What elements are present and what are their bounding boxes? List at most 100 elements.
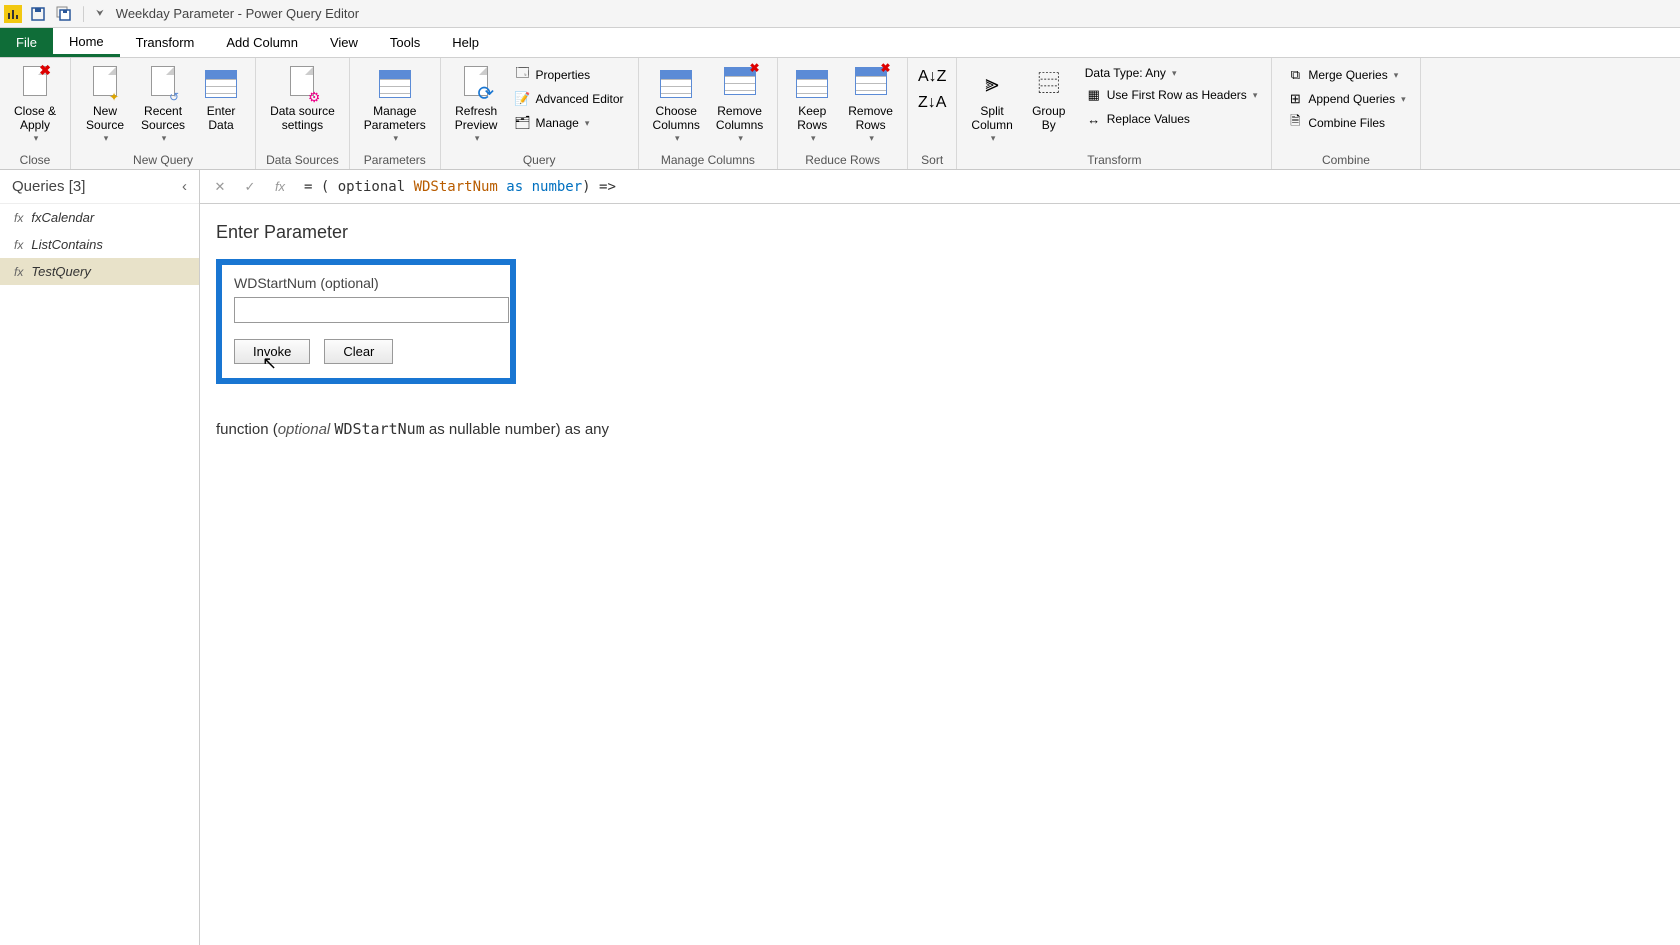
new-source-button[interactable]: ✦ New Source ▾ (79, 62, 131, 148)
fx-formula-icon[interactable]: fx (266, 175, 294, 199)
fx-icon: fx (14, 265, 23, 279)
formula-text[interactable]: = ( optional WDStartNum as number) => (296, 179, 1674, 195)
qa-toolbar-dropdown[interactable]: ⮟ (96, 8, 104, 19)
keep-rows-button[interactable]: Keep Rows ▾ (786, 62, 838, 148)
enter-parameter-heading: Enter Parameter (216, 222, 1664, 243)
append-icon: ⊞ (1286, 90, 1304, 108)
query-item-fxcalendar[interactable]: fx fxCalendar (0, 204, 199, 231)
chevron-down-icon: ▾ (475, 133, 480, 144)
group-label-close: Close (8, 151, 62, 167)
ribbon-group-sort: A↓Z Z↓A Sort (908, 58, 957, 169)
save-as-icon[interactable] (54, 4, 74, 24)
group-by-button[interactable]: ⿳ Group By (1023, 62, 1075, 137)
parameter-box: WDStartNum (optional) Invoke Clear ↖ (216, 259, 516, 384)
group-label-query: Query (449, 151, 630, 167)
remove-columns-button[interactable]: ✖ Remove Columns ▾ (710, 62, 769, 148)
combine-files-icon: 🗎 (1286, 114, 1304, 132)
queries-header: Queries [3] ‹ (0, 170, 199, 204)
parameter-label: WDStartNum (optional) (234, 275, 498, 291)
chevron-down-icon: ▾ (991, 133, 996, 144)
properties-button[interactable]: 🗔 Properties (507, 64, 629, 86)
group-label-new-query: New Query (79, 151, 247, 167)
function-invoke-panel: Enter Parameter WDStartNum (optional) In… (200, 204, 1680, 945)
tab-home[interactable]: Home (53, 28, 120, 57)
fx-icon: fx (14, 238, 23, 252)
query-item-testquery[interactable]: fx TestQuery (0, 258, 199, 285)
sort-asc-button[interactable]: A↓Z (916, 66, 948, 88)
commit-formula-icon[interactable]: ✓ (236, 175, 264, 199)
invoke-button[interactable]: Invoke (234, 339, 310, 364)
sort-desc-button[interactable]: Z↓A (916, 92, 948, 114)
chevron-down-icon: ▾ (104, 133, 109, 144)
remove-rows-button[interactable]: ✖ Remove Rows ▾ (842, 62, 899, 148)
ribbon-group-reduce-rows: Keep Rows ▾ ✖ Remove Rows ▾ Reduce Rows (778, 58, 908, 169)
window-title: Weekday Parameter - Power Query Editor (116, 6, 359, 21)
chevron-down-icon: ▾ (1253, 90, 1258, 101)
chevron-down-icon: ▾ (811, 133, 816, 144)
advanced-editor-icon: 📝 (513, 90, 531, 108)
refresh-preview-button[interactable]: ⟳ Refresh Preview ▾ (449, 62, 504, 148)
chevron-down-icon: ▾ (1172, 68, 1177, 79)
replace-values-button[interactable]: ↔ Replace Values (1079, 108, 1264, 130)
first-row-headers-button[interactable]: ▦ Use First Row as Headers ▾ (1079, 84, 1264, 106)
chevron-down-icon: ▾ (675, 133, 680, 144)
tab-view[interactable]: View (314, 28, 374, 57)
advanced-editor-button[interactable]: 📝 Advanced Editor (507, 88, 629, 110)
combine-files-button[interactable]: 🗎 Combine Files (1280, 112, 1411, 134)
tab-add-column[interactable]: Add Column (210, 28, 314, 57)
query-label: ListContains (31, 237, 103, 252)
chevron-down-icon: ▾ (1394, 70, 1399, 81)
titlebar: │ ⮟ Weekday Parameter - Power Query Edit… (0, 0, 1680, 28)
group-label-transform: Transform (965, 151, 1263, 167)
group-label-sort: Sort (916, 151, 948, 167)
chevron-down-icon: ▾ (738, 133, 743, 144)
group-label-reduce-rows: Reduce Rows (786, 151, 899, 167)
chevron-down-icon: ▾ (34, 133, 39, 144)
cancel-formula-icon[interactable]: ✕ (206, 175, 234, 199)
fx-icon: fx (14, 211, 23, 225)
chevron-down-icon: ▾ (394, 133, 399, 144)
manage-icon: 🗂 (513, 114, 531, 132)
chevron-down-icon: ▾ (869, 133, 874, 144)
split-column-button[interactable]: ⫸ Split Column ▾ (965, 62, 1018, 148)
manage-parameters-button[interactable]: Manage Parameters ▾ (358, 62, 432, 148)
main-content: ✕ ✓ fx = ( optional WDStartNum as number… (200, 170, 1680, 945)
recent-sources-button[interactable]: ↺ Recent Sources ▾ (135, 62, 191, 148)
tab-help[interactable]: Help (436, 28, 495, 57)
queries-sidebar: Queries [3] ‹ fx fxCalendar fx ListConta… (0, 170, 200, 945)
query-label: TestQuery (31, 264, 91, 279)
ribbon-group-parameters: Manage Parameters ▾ Parameters (350, 58, 441, 169)
function-signature: function (optional WDStartNum as nullabl… (216, 420, 1664, 438)
chevron-down-icon: ▾ (1401, 94, 1406, 105)
ribbon-group-combine: ⧉ Merge Queries ▾ ⊞ Append Queries ▾ 🗎 C… (1272, 58, 1420, 169)
parameter-input[interactable] (234, 297, 509, 323)
tab-file[interactable]: File (0, 28, 53, 57)
tab-tools[interactable]: Tools (374, 28, 436, 57)
ribbon-group-manage-columns: Choose Columns ▾ ✖ Remove Columns ▾ Mana… (639, 58, 779, 169)
data-type-button[interactable]: Data Type: Any ▾ (1079, 64, 1264, 82)
append-queries-button[interactable]: ⊞ Append Queries ▾ (1280, 88, 1411, 110)
group-label-manage-columns: Manage Columns (647, 151, 770, 167)
group-label-data-sources: Data Sources (264, 151, 341, 167)
choose-columns-button[interactable]: Choose Columns ▾ (647, 62, 706, 148)
save-icon[interactable] (28, 4, 48, 24)
queries-title: Queries [3] (12, 178, 85, 195)
formula-bar: ✕ ✓ fx = ( optional WDStartNum as number… (200, 170, 1680, 204)
collapse-sidebar-icon[interactable]: ‹ (182, 178, 187, 195)
group-label-parameters: Parameters (358, 151, 432, 167)
data-source-settings-button[interactable]: ⚙ Data source settings (264, 62, 341, 137)
manage-query-button[interactable]: 🗂 Manage ▾ (507, 112, 629, 134)
chevron-down-icon: ▾ (585, 118, 590, 129)
menu-tabs: File Home Transform Add Column View Tool… (0, 28, 1680, 58)
chevron-down-icon: ▾ (162, 133, 167, 144)
tab-transform[interactable]: Transform (120, 28, 211, 57)
enter-data-button[interactable]: Enter Data (195, 62, 247, 137)
qa-separator: │ (80, 6, 88, 21)
merge-queries-button[interactable]: ⧉ Merge Queries ▾ (1280, 64, 1411, 86)
close-and-apply-button[interactable]: ✖ Close & Apply ▾ (8, 62, 62, 148)
query-item-listcontains[interactable]: fx ListContains (0, 231, 199, 258)
clear-button[interactable]: Clear (324, 339, 393, 364)
merge-icon: ⧉ (1286, 66, 1304, 84)
group-label-combine: Combine (1280, 151, 1411, 167)
ribbon: ✖ Close & Apply ▾ Close ✦ New Source ▾ ↺… (0, 58, 1680, 170)
